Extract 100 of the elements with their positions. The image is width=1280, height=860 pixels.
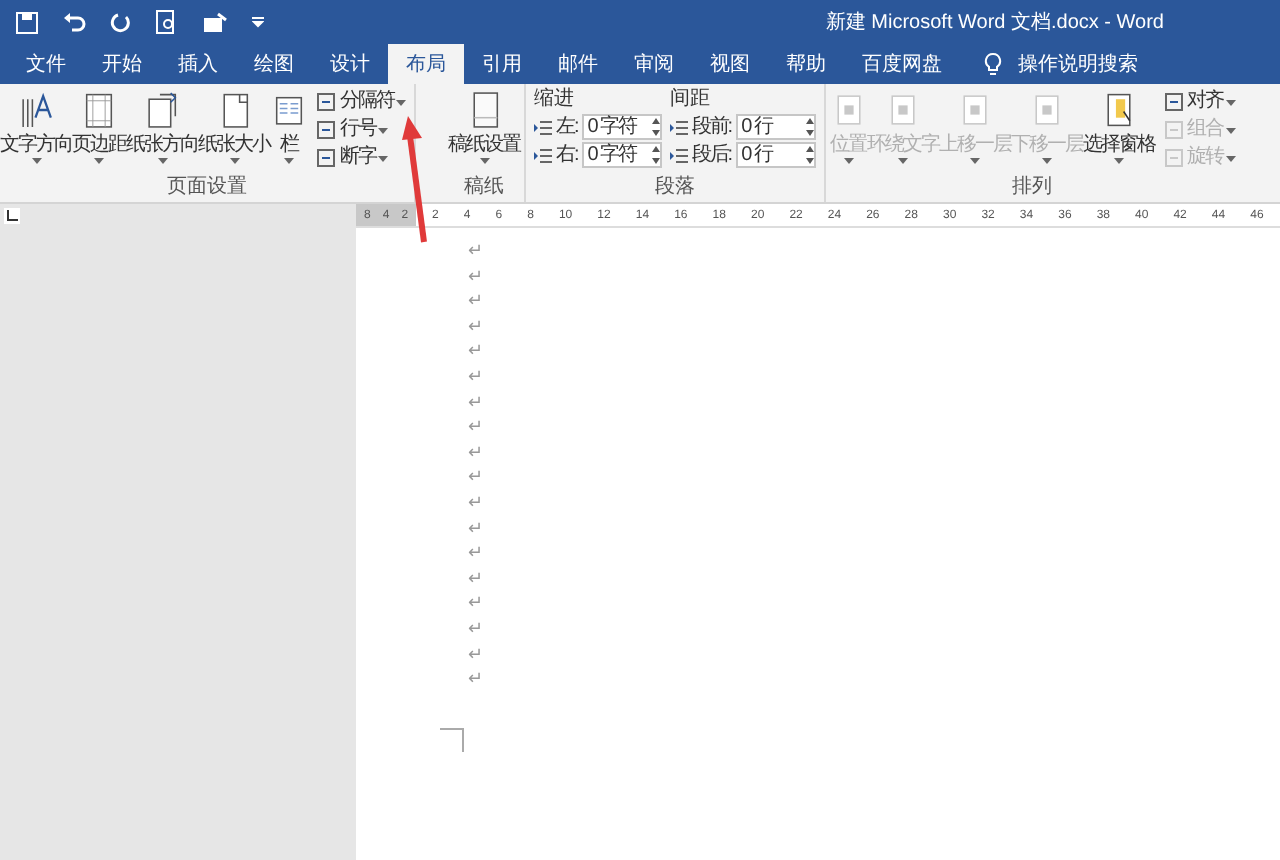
caret-icon: [229, 158, 239, 164]
paragraph-mark: ↵: [468, 414, 486, 440]
section-heading: 间距: [669, 88, 712, 112]
paragraph-mark: ↵: [468, 389, 486, 415]
ribbon-tab[interactable]: 百度网盘: [844, 44, 960, 84]
indent-icon: [669, 147, 688, 163]
caret-icon: [1042, 158, 1053, 164]
field-label: 左:: [556, 115, 578, 139]
small-tool-icon: [1163, 92, 1186, 112]
ribbon-button[interactable]: 页边距: [72, 84, 126, 176]
caret-icon: [378, 155, 388, 161]
paragraph-mark: ↵: [468, 641, 486, 667]
paragraph-mark: ↵: [468, 439, 486, 465]
ribbon-tab[interactable]: 引用: [464, 44, 540, 84]
paragraph-mark: ↵: [468, 263, 486, 289]
caret-icon: [1225, 155, 1236, 161]
ribbon-button[interactable]: 纸张大小: [198, 84, 270, 176]
paragraph-mark: ↵: [468, 288, 486, 314]
spinner-icon[interactable]: [805, 118, 814, 136]
spin-field[interactable]: 0 行: [735, 142, 816, 168]
paragraph-mark: ↵: [468, 590, 486, 616]
paragraph-mark: ↵: [468, 565, 486, 591]
toolbar-tool-icon[interactable]: [202, 11, 228, 33]
small-tool-icon: [316, 148, 338, 168]
indent-icon: [669, 119, 688, 135]
ribbon-tab[interactable]: 设计: [312, 44, 388, 84]
paragraph-mark: ↵: [468, 666, 486, 692]
ribbon-tab[interactable]: 视图: [692, 44, 768, 84]
caret-icon: [31, 158, 41, 164]
ribbon-button[interactable]: 纸张方向: [126, 84, 198, 176]
field-label: 段后:: [691, 143, 732, 167]
small-tool-icon: [1163, 148, 1186, 168]
small-tool-icon: [316, 92, 338, 112]
ribbon-small-button[interactable]: 分隔符: [316, 90, 406, 114]
caret-icon: [94, 158, 104, 164]
caret-icon: [970, 158, 981, 164]
paragraph-mark: ↵: [468, 515, 486, 541]
spinner-icon[interactable]: [651, 146, 660, 164]
ribbon-tab[interactable]: 审阅: [616, 44, 692, 84]
customize-icon[interactable]: [252, 16, 264, 28]
ribbon-tab[interactable]: 文件: [8, 44, 84, 84]
field-label: 段前:: [691, 115, 732, 139]
redo-icon[interactable]: [110, 11, 132, 33]
caret-icon: [284, 158, 294, 164]
ribbon-tab[interactable]: 布局: [388, 44, 464, 84]
caret-icon: [1114, 158, 1125, 164]
caret-icon: [378, 127, 388, 133]
ribbon-small-button[interactable]: 对齐: [1163, 90, 1236, 114]
ribbon-button[interactable]: 稿纸设置: [448, 84, 520, 176]
margin-corner-mark: [440, 727, 464, 752]
spin-field[interactable]: 0 字符: [581, 142, 662, 168]
paragraph-mark: ↵: [468, 363, 486, 390]
paragraph-mark: ↵: [468, 540, 486, 566]
group-label: 排列: [1012, 176, 1053, 200]
print-preview-icon[interactable]: [156, 10, 178, 34]
ribbon-button[interactable]: 文字方向: [0, 84, 72, 176]
indent-icon: [534, 147, 552, 163]
group-label: 稿纸: [464, 176, 504, 200]
caret-icon: [479, 158, 489, 164]
ribbon-tab[interactable]: 绘图: [236, 44, 312, 84]
ribbon-tab[interactable]: 开始: [84, 44, 160, 84]
spin-field[interactable]: 0 行: [735, 114, 816, 140]
paragraph-mark: ↵: [468, 338, 486, 364]
small-tool-icon: [1163, 120, 1186, 140]
ribbon-button[interactable]: 选择窗格: [1083, 84, 1156, 176]
ribbon-small-button[interactable]: 行号: [316, 118, 406, 142]
caret-icon: [1225, 127, 1236, 133]
page-rotate-icon: [143, 90, 181, 130]
caret-icon: [1225, 99, 1236, 105]
field-label: 右:: [556, 143, 578, 167]
spin-field[interactable]: 0 字符: [581, 114, 662, 140]
tell-me-search[interactable]: 操作说明搜索: [1018, 49, 1138, 79]
paragraph-mark: ↵: [468, 615, 486, 641]
undo-icon[interactable]: [62, 11, 86, 33]
ribbon-small-button[interactable]: 断字: [316, 146, 406, 170]
text-direction-icon: [17, 90, 55, 130]
caret-icon: [898, 158, 909, 164]
paragraph-mark: ↵: [468, 238, 486, 264]
caret-icon: [396, 99, 406, 105]
annotation-arrow: [400, 116, 428, 244]
indent-icon: [534, 119, 552, 135]
group-label: 段落: [654, 176, 695, 200]
caret-icon: [843, 158, 854, 164]
paragraph-mark: ↵: [468, 489, 486, 516]
spinner-icon[interactable]: [805, 146, 814, 164]
tab-stop-icon[interactable]: [4, 208, 20, 224]
window-title: 新建 Microsoft Word 文档.docx - Word: [825, 9, 1164, 37]
ribbon-button[interactable]: 栏: [270, 84, 308, 176]
save-icon[interactable]: [16, 11, 38, 33]
caret-icon: [157, 158, 167, 164]
group-label: 页面设置: [167, 176, 247, 200]
section-heading: 缩进: [534, 88, 576, 112]
ribbon-tab[interactable]: 帮助: [768, 44, 844, 84]
small-tool-icon: [316, 120, 338, 140]
paragraph-mark: ↵: [468, 464, 486, 490]
paragraph-mark: ↵: [468, 313, 486, 339]
lightbulb-icon: [984, 52, 1002, 76]
ribbon-tab[interactable]: 邮件: [540, 44, 616, 84]
ribbon-tab[interactable]: 插入: [160, 44, 236, 84]
spinner-icon[interactable]: [651, 118, 660, 136]
